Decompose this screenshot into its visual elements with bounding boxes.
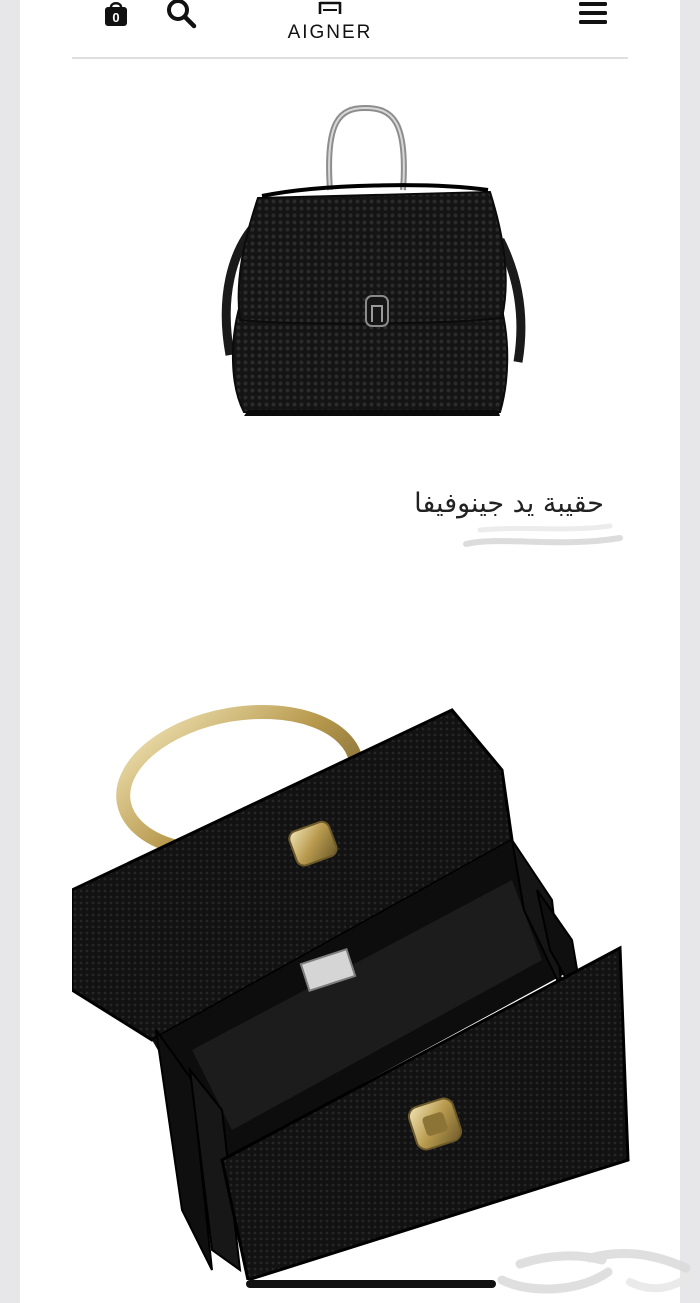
- product-title: حقيبة يد جينوفيفا: [414, 488, 604, 519]
- search-icon[interactable]: [166, 0, 198, 30]
- product-page: 0 AIGNER حقيبة يد جينوفيفا: [20, 0, 680, 1303]
- brand-name[interactable]: AIGNER: [220, 22, 440, 44]
- haraj-watermark-logo: [497, 1248, 694, 1294]
- haraj-watermark-small: [463, 523, 623, 547]
- product-image-interior: [72, 704, 630, 1280]
- brand-horseshoe-logo[interactable]: [317, 0, 343, 14]
- header: 0 AIGNER: [20, 0, 680, 59]
- hamburger-menu-icon[interactable]: [578, 0, 608, 28]
- header-divider: [72, 57, 628, 59]
- shopping-bag-icon[interactable]: 0: [102, 0, 130, 28]
- product-image-front: [221, 104, 526, 416]
- home-indicator[interactable]: [246, 1280, 496, 1288]
- cart-count: 0: [112, 10, 119, 25]
